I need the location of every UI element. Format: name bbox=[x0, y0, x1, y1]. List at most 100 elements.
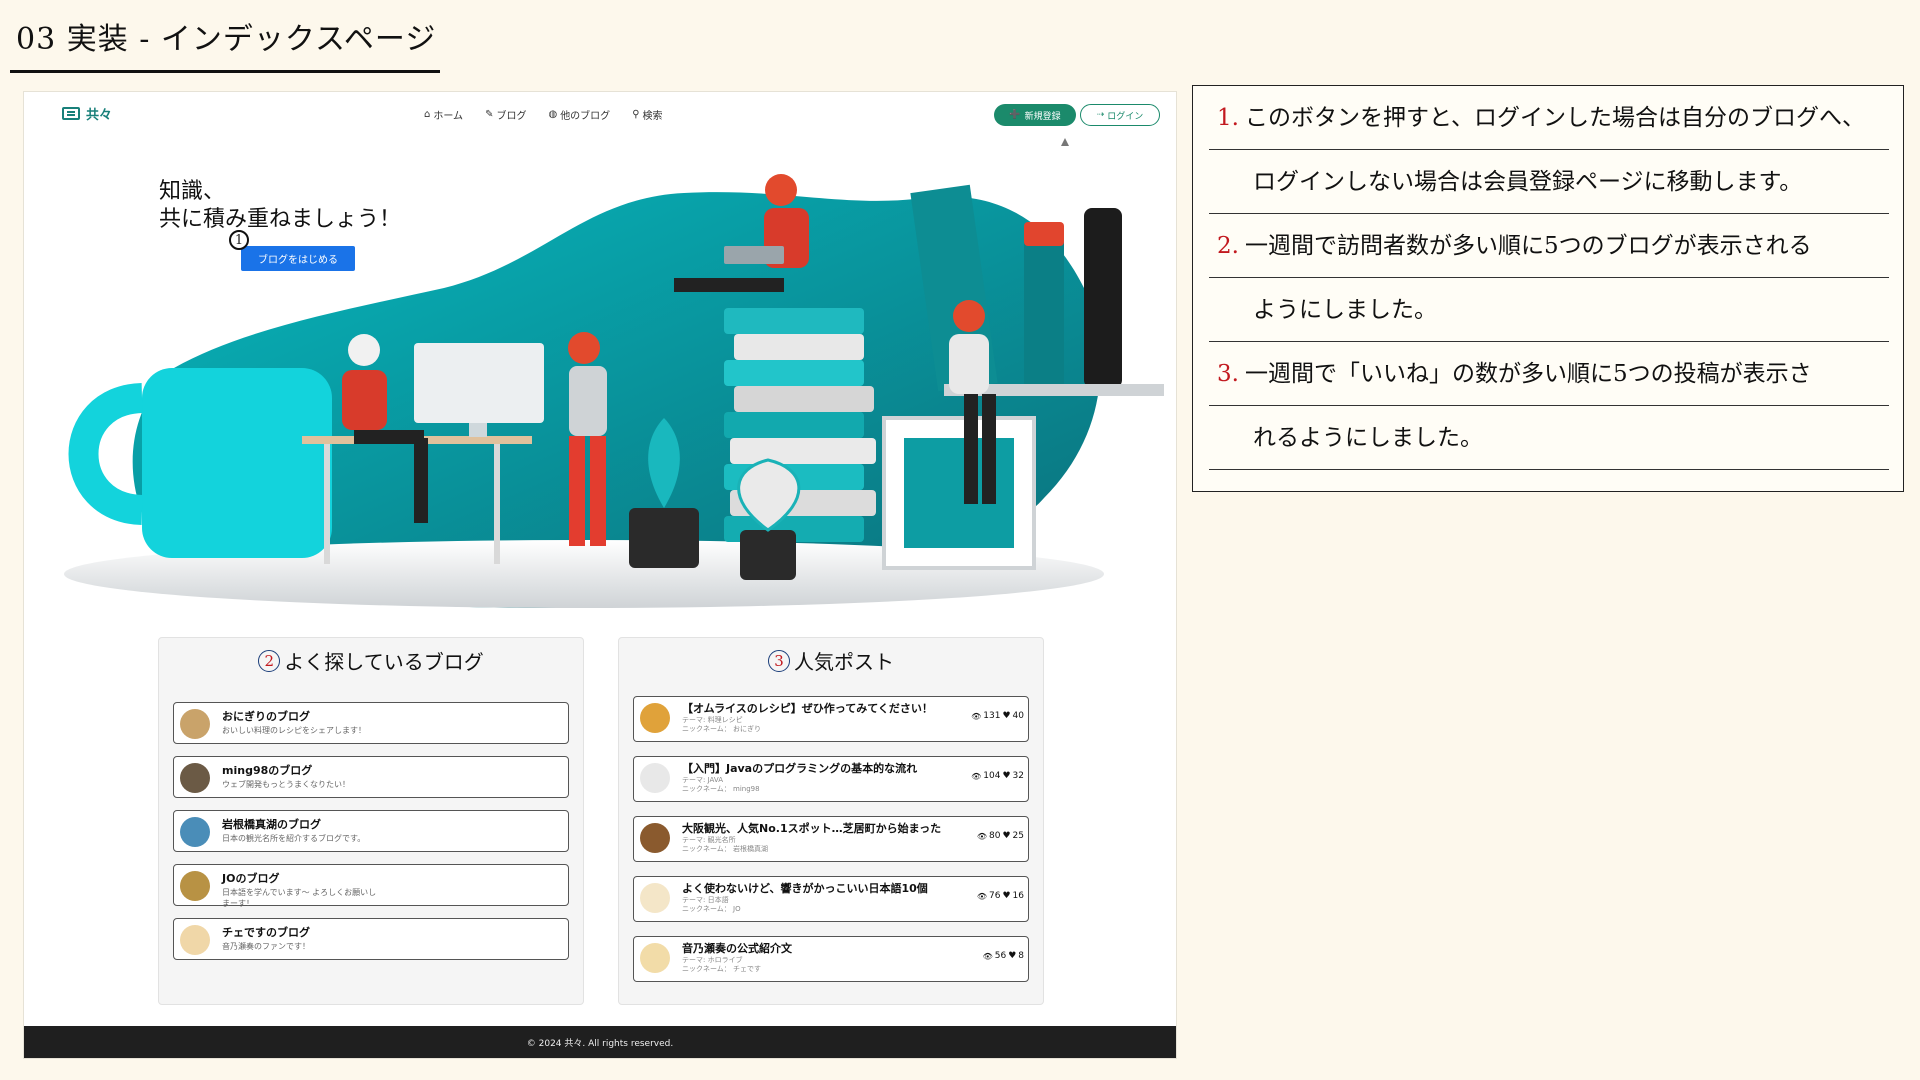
post-stats: 👁 80 ♥ 25 bbox=[977, 831, 1024, 841]
blog-title: おにぎりのブログ bbox=[222, 710, 310, 723]
post-list: 【オムライスのレシピ】ぜひ作ってみてください！ テーマ: 料理レシピ ニックネー… bbox=[633, 696, 1029, 1006]
post-stats: 👁 56 ♥ 8 bbox=[983, 951, 1024, 961]
login-button[interactable]: ⇢ ログイン bbox=[1080, 104, 1160, 126]
view-count: 131 bbox=[983, 711, 1001, 721]
eye-icon: 👁 bbox=[971, 711, 982, 721]
avatar bbox=[180, 871, 210, 901]
like-count: 8 bbox=[1018, 951, 1024, 961]
post-nickname: ニックネーム： おにぎり bbox=[682, 725, 762, 733]
eye-icon: 👁 bbox=[971, 771, 982, 781]
post-stats: 👁 131 ♥ 40 bbox=[971, 711, 1024, 721]
website-screenshot: 共々 ⌂ ホーム ✎ ブログ ◍ 他のブログ ⚲ 検索 ➕ 新規登録 ⇢ ログイ… bbox=[24, 92, 1176, 1058]
blog-list-item[interactable]: ming98のブログ ウェブ開発もっとうまくなりたい！ bbox=[173, 756, 569, 798]
globe-icon: ◍ bbox=[548, 109, 558, 120]
nav-other-blogs-label: 他のブログ bbox=[560, 111, 611, 122]
nav-links: ⌂ ホーム ✎ ブログ ◍ 他のブログ ⚲ 検索 bbox=[424, 107, 663, 122]
post-list-item[interactable]: 【オムライスのレシピ】ぜひ作ってみてください！ テーマ: 料理レシピ ニックネー… bbox=[633, 696, 1029, 742]
post-list-item[interactable]: 音乃瀬奏の公式紹介文 テーマ: ホロライブ ニックネーム： チェです 👁 56 … bbox=[633, 936, 1029, 982]
note-line: ようにしました。 bbox=[1209, 278, 1889, 342]
post-list-item[interactable]: 【入門】Javaのプログラミングの基本的な流れ テーマ: JAVA ニックネーム… bbox=[633, 756, 1029, 802]
blog-list-item[interactable]: 岩根橋真湖のブログ 日本の観光名所を紹介するブログです。 bbox=[173, 810, 569, 852]
hero-section: 知識、 共に積み重ねましょう！ 1 ブログをはじめる bbox=[24, 138, 1176, 614]
annotation-marker-2: 2 bbox=[258, 649, 281, 672]
search-icon: ⚲ bbox=[632, 109, 640, 120]
add-user-icon: ➕ bbox=[1009, 110, 1021, 120]
brand-logo[interactable]: 共々 bbox=[62, 104, 112, 123]
post-nickname: ニックネーム： JO bbox=[682, 905, 741, 913]
start-blog-button[interactable]: ブログをはじめる bbox=[241, 246, 355, 271]
note-text: 一週間で「いいね」の数が多い順に5つの投稿が表示さ bbox=[1244, 361, 1812, 387]
view-count: 56 bbox=[994, 951, 1007, 961]
blog-description: 音乃瀬奏のファンです！ bbox=[222, 942, 310, 951]
signup-label: 新規登録 bbox=[1024, 111, 1061, 122]
note-number: 3. bbox=[1217, 361, 1239, 387]
post-stats: 👁 76 ♥ 16 bbox=[977, 891, 1024, 901]
nav-other-blogs[interactable]: ◍ 他のブログ bbox=[548, 107, 610, 122]
post-meta: テーマ: 料理レシピ ニックネーム： おにぎり bbox=[682, 716, 761, 734]
blog-title: 岩根橋真湖のブログ bbox=[222, 818, 321, 831]
site-footer: © 2024 共々. All rights reserved. bbox=[24, 1026, 1176, 1058]
note-text: ログインしない場合は会員登録ページに移動します。 bbox=[1253, 169, 1803, 195]
nav-search[interactable]: ⚲ 検索 bbox=[632, 107, 662, 122]
popular-blogs-title: 2 よく探しているブログ bbox=[159, 646, 583, 675]
notes-panel: 1. このボタンを押すと、ログインした場合は自分のブログへ、 ログインしない場合は… bbox=[1192, 85, 1904, 492]
heart-icon: ♥ bbox=[1002, 711, 1011, 721]
like-count: 40 bbox=[1012, 711, 1024, 721]
login-label: ログイン bbox=[1107, 111, 1144, 122]
avatar bbox=[180, 925, 210, 955]
note-line: れるようにしました。 bbox=[1209, 406, 1889, 470]
nav-home-label: ホーム bbox=[433, 111, 464, 122]
blog-description: 日本の観光名所を紹介するブログです。 bbox=[222, 834, 366, 843]
hero-heading: 知識、 共に積み重ねましょう！ bbox=[159, 178, 401, 234]
blog-list-item[interactable]: JOのブログ 日本語を学んでいます〜 よろしくお願いしまーす！ bbox=[173, 864, 569, 908]
post-list-item[interactable]: よく使わないけど、響きがかっこいい日本語10個 テーマ: 日本語 ニックネーム：… bbox=[633, 876, 1029, 922]
signup-button[interactable]: ➕ 新規登録 bbox=[994, 104, 1076, 126]
view-count: 76 bbox=[989, 891, 1001, 901]
blog-list: おにぎりのブログ おいしい料理のレシピをシェアします！ ming98のブログ ウ… bbox=[173, 702, 569, 972]
note-line: 1. このボタンを押すと、ログインした場合は自分のブログへ、 bbox=[1209, 86, 1889, 150]
blog-list-item[interactable]: チェですのブログ 音乃瀬奏のファンです！ bbox=[173, 918, 569, 960]
post-stats: 👁 104 ♥ 32 bbox=[971, 771, 1024, 781]
heart-icon: ♥ bbox=[1002, 771, 1011, 781]
nav-home[interactable]: ⌂ ホーム bbox=[424, 107, 463, 122]
blog-list-item[interactable]: おにぎりのブログ おいしい料理のレシピをシェアします！ bbox=[173, 702, 569, 744]
nav-search-label: 検索 bbox=[642, 111, 663, 122]
like-count: 32 bbox=[1012, 771, 1024, 781]
popular-posts-heading: 人気ポスト bbox=[794, 650, 894, 674]
popular-blogs-heading: よく探しているブログ bbox=[284, 650, 484, 674]
note-text: 一週間で訪問者数が多い順に5つのブログが表示される bbox=[1244, 233, 1812, 259]
nav-blog[interactable]: ✎ ブログ bbox=[485, 107, 526, 122]
post-meta: テーマ: 観光名所 ニックネーム： 岩根橋真湖 bbox=[682, 836, 768, 854]
view-count: 104 bbox=[983, 771, 1001, 781]
post-nickname: ニックネーム： ming98 bbox=[682, 785, 760, 793]
note-number: 1. bbox=[1217, 105, 1239, 131]
avatar bbox=[640, 823, 670, 853]
note-line: 2. 一週間で訪問者数が多い順に5つのブログが表示される bbox=[1209, 214, 1889, 278]
note-text: れるようにしました。 bbox=[1253, 425, 1483, 451]
id-card-icon bbox=[62, 107, 80, 120]
blog-icon: ✎ bbox=[485, 109, 494, 120]
post-meta: テーマ: JAVA ニックネーム： ming98 bbox=[682, 776, 760, 794]
annotation-marker-1: 1 bbox=[229, 230, 249, 250]
avatar bbox=[180, 709, 210, 739]
post-nickname: ニックネーム： チェです bbox=[682, 965, 762, 973]
post-title: 【オムライスのレシピ】ぜひ作ってみてください！ bbox=[682, 702, 933, 715]
like-count: 16 bbox=[1012, 891, 1024, 901]
blog-title: チェですのブログ bbox=[222, 926, 310, 939]
post-title: 【入門】Javaのプログラミングの基本的な流れ bbox=[682, 762, 918, 775]
post-theme: テーマ: JAVA bbox=[682, 776, 723, 784]
post-list-item[interactable]: 大阪観光、人気No.1スポット…芝居町から始まった テーマ: 観光名所 ニックネ… bbox=[633, 816, 1029, 862]
post-title: 大阪観光、人気No.1スポット…芝居町から始まった bbox=[682, 822, 942, 835]
popular-posts-card: 3 人気ポスト 【オムライスのレシピ】ぜひ作ってみてください！ テーマ: 料理レ… bbox=[618, 637, 1044, 1005]
blog-title: JOのブログ bbox=[222, 872, 280, 885]
eye-icon: 👁 bbox=[982, 951, 993, 961]
slide-title: 03 実装 - インデックスページ bbox=[16, 22, 437, 57]
hero-heading-line2: 共に積み重ねましょう！ bbox=[159, 207, 402, 232]
blog-description: おいしい料理のレシピをシェアします！ bbox=[222, 726, 366, 735]
post-title: よく使わないけど、響きがかっこいい日本語10個 bbox=[682, 882, 928, 895]
avatar bbox=[180, 763, 210, 793]
avatar bbox=[640, 943, 670, 973]
brand-name: 共々 bbox=[86, 108, 113, 123]
avatar bbox=[640, 763, 670, 793]
popular-blogs-card: 2 よく探しているブログ おにぎりのブログ おいしい料理のレシピをシェアします！… bbox=[158, 637, 584, 1005]
